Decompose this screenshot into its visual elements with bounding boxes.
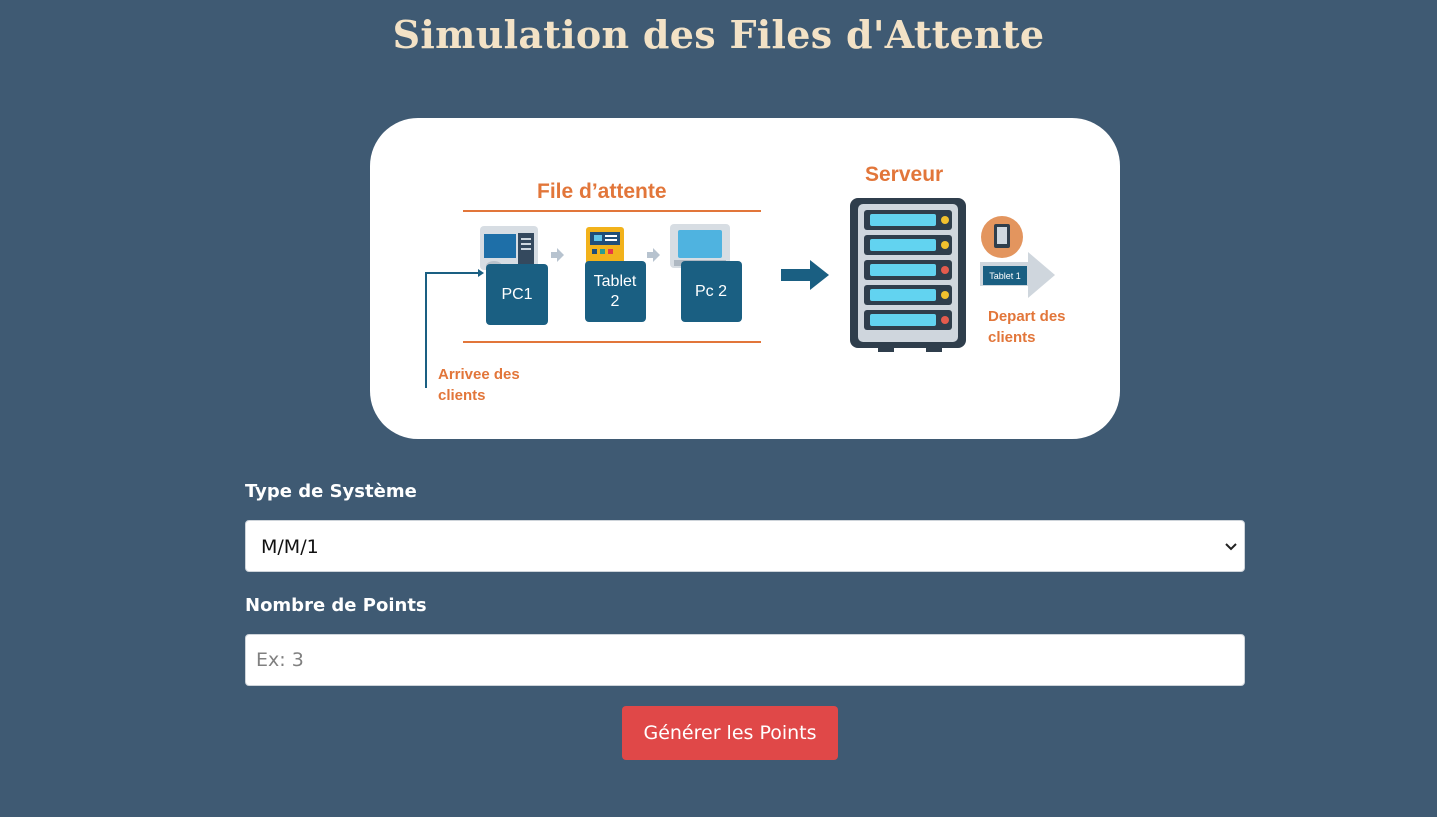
queue-item-label: PC1 xyxy=(501,286,532,303)
queue-item-label: Tablet xyxy=(594,273,637,290)
system-type-select[interactable]: M/M/1 xyxy=(245,520,1245,572)
server-icon xyxy=(850,198,966,352)
button-row: Générer les Points xyxy=(245,706,1245,760)
page-title: Simulation des Files d'Attente xyxy=(392,12,1045,57)
departure-label-line1: Depart des xyxy=(988,308,1066,325)
queue-diagram: File d’attente Arrivee des clients PC1 T… xyxy=(370,118,1120,439)
queue-title: File d’attente xyxy=(537,180,667,203)
server-title: Serveur xyxy=(865,163,943,186)
queue-item-label: 2 xyxy=(611,293,620,310)
arrival-label-line2: clients xyxy=(438,387,486,404)
small-arrow-icon xyxy=(551,248,564,262)
tablet-circle-icon xyxy=(981,216,1023,258)
system-type-label: Type de Système xyxy=(245,481,417,502)
chevron-down-icon xyxy=(1225,543,1237,551)
points-count-label: Nombre de Points xyxy=(245,595,427,616)
departure-label-line2: clients xyxy=(988,329,1036,346)
generate-points-button[interactable]: Générer les Points xyxy=(622,706,838,760)
departing-item-label: Tablet 1 xyxy=(989,271,1021,281)
queue-item-label: Pc 2 xyxy=(695,283,727,300)
queue-diagram-illustration: File d’attente Arrivee des clients PC1 T… xyxy=(425,163,1066,404)
arrow-right-icon xyxy=(781,260,829,290)
queue-item-box xyxy=(585,261,646,322)
system-type-value: M/M/1 xyxy=(261,536,319,558)
points-count-input[interactable] xyxy=(245,634,1245,686)
simulation-form: Type de Système M/M/1 Nombre de Points G… xyxy=(245,478,1245,760)
arrival-label-line1: Arrivee des xyxy=(438,366,520,383)
small-arrow-icon xyxy=(647,248,660,262)
